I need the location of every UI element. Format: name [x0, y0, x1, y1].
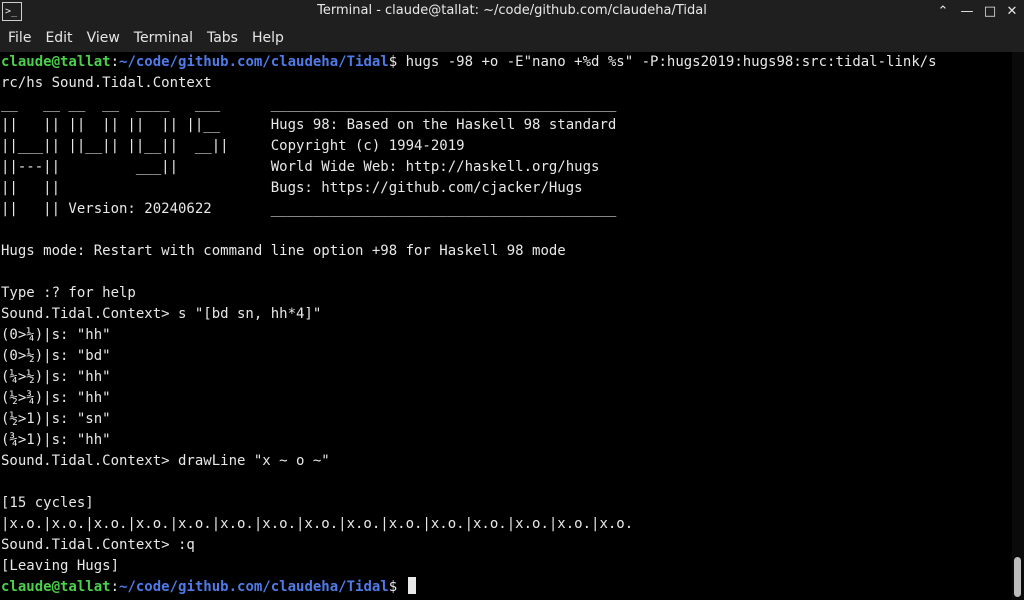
banner-line: ||___|| ||__|| ||__|| __|| Copyright (c)…: [1, 138, 465, 154]
close-icon[interactable]: ✕: [1001, 0, 1023, 22]
session-line: (0>½)|s: "bd": [1, 348, 111, 364]
banner-line: || || Version: 20240622 ________________…: [1, 201, 617, 217]
prompt-user: claude@tallat: [1, 54, 111, 70]
minimize-icon[interactable]: —: [956, 0, 978, 22]
session-line: [Leaving Hugs]: [1, 558, 120, 574]
menu-bar: File Edit View Terminal Tabs Help: [0, 24, 1024, 52]
scrollbar[interactable]: [1012, 52, 1024, 600]
prompt-dollar: $: [388, 579, 406, 595]
session-line: Sound.Tidal.Context> :q: [1, 537, 195, 553]
prompt-path: ~/code/github.com/claudeha/Tidal: [119, 54, 389, 70]
session-line: (½>1)|s: "sn": [1, 411, 111, 427]
mode-message: Hugs mode: Restart with command line opt…: [1, 243, 566, 259]
session-line: (¼>½)|s: "hh": [1, 369, 111, 385]
menu-edit[interactable]: Edit: [45, 24, 72, 52]
banner-line: || || Bugs: https://github.com/cjacker/H…: [1, 180, 583, 196]
help-message: Type :? for help: [1, 285, 136, 301]
menu-tabs[interactable]: Tabs: [207, 24, 238, 52]
prompt-sep: :: [110, 54, 120, 70]
prompt-line: claude@tallat:~/code/github.com/claudeha…: [1, 52, 937, 73]
menu-file[interactable]: File: [8, 24, 31, 52]
session-line: |x.o.|x.o.|x.o.|x.o.|x.o.|x.o.|x.o.|x.o.…: [1, 516, 634, 532]
prompt-path: ~/code/github.com/claudeha/Tidal: [119, 579, 389, 595]
menu-help[interactable]: Help: [252, 24, 284, 52]
banner-line: __ __ __ __ ____ ___ ___________________…: [1, 96, 617, 112]
session-line: Sound.Tidal.Context> drawLine "x ~ o ~": [1, 453, 330, 469]
session-line: Sound.Tidal.Context> s "[bd sn, hh*4]": [1, 306, 322, 322]
banner-line: ||---|| ___|| World Wide Web: http://has…: [1, 159, 600, 175]
window-title: Terminal - claude@tallat: ~/code/github.…: [317, 3, 707, 18]
chevron-up-icon[interactable]: ⌃: [932, 0, 954, 22]
session-line: (0>¼)|s: "hh": [1, 327, 111, 343]
scrollbar-thumb[interactable]: [1014, 557, 1021, 597]
banner-line: || || || || || || ||__ Hugs 98: Based on…: [1, 117, 617, 133]
command-text: hugs -98 +o -E"nano +%d %s" -P:hugs2019:…: [405, 54, 937, 70]
menu-terminal[interactable]: Terminal: [134, 24, 193, 52]
session-line: [15 cycles]: [1, 495, 94, 511]
session-line: (½>¾)|s: "hh": [1, 390, 111, 406]
session-line: (¾>1)|s: "hh": [1, 432, 111, 448]
prompt-user: claude@tallat: [1, 579, 111, 595]
menu-view[interactable]: View: [87, 24, 120, 52]
maximize-icon[interactable]: □: [979, 0, 1001, 22]
text-cursor: [407, 577, 416, 594]
prompt-sep: :: [110, 579, 120, 595]
command-continuation: rc/hs Sound.Tidal.Context: [1, 75, 212, 91]
terminal-output[interactable]: claude@tallat:~/code/github.com/claudeha…: [0, 52, 1012, 600]
prompt-dollar: $: [388, 54, 406, 70]
prompt-line: claude@tallat:~/code/github.com/claudeha…: [1, 577, 416, 598]
title-bar: >_ Terminal - claude@tallat: ~/code/gith…: [0, 0, 1024, 24]
